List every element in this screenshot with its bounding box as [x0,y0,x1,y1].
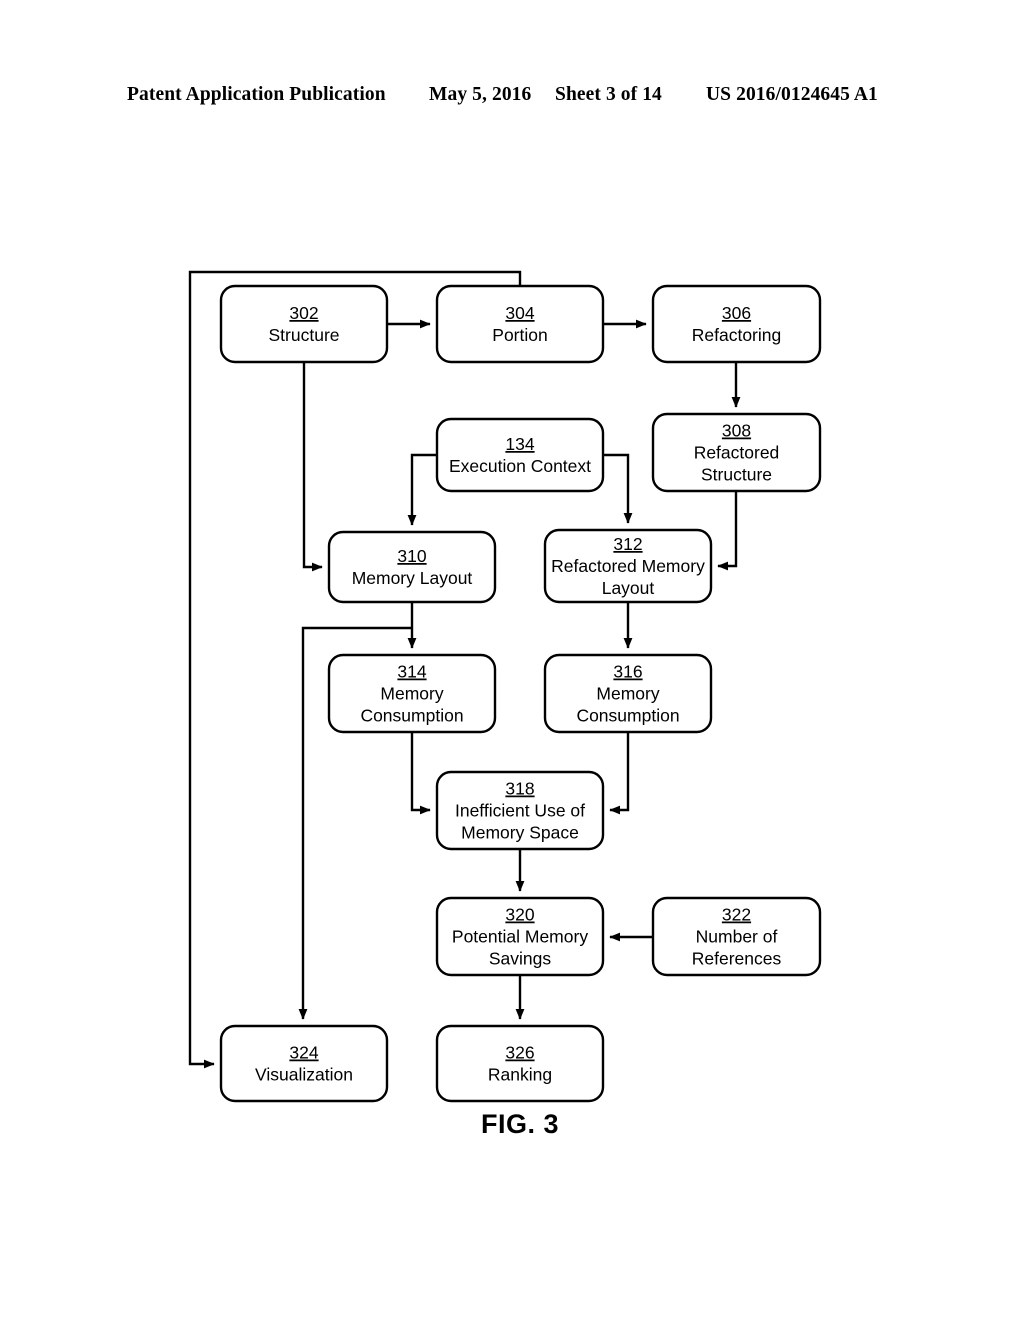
node-label-308: Structure [701,465,772,485]
node-label-314: Consumption [360,706,463,726]
flow-node-314: 314MemoryConsumption [327,653,497,734]
flow-node-312: 312Refactored MemoryLayout [543,528,713,604]
flow-node-308: 308RefactoredStructure [651,412,822,493]
node-label-322: References [692,949,782,969]
flow-node-324: 324Visualization [219,1024,389,1103]
flow-node-322: 322Number ofReferences [651,896,822,977]
node-label-306: Refactoring [692,325,782,345]
flow-node-134: 134Execution Context [435,417,605,493]
node-label-308: Refactored [694,443,780,463]
node-box-304 [435,284,605,364]
node-label-314: Memory [380,684,443,704]
node-reference-numeral-320: 320 [505,905,534,925]
node-reference-numeral-304: 304 [505,303,534,323]
node-reference-numeral-312: 312 [613,534,642,554]
node-box-302 [219,284,389,364]
flow-node-302: 302Structure [219,284,389,364]
node-label-320: Savings [489,949,552,969]
connector-134-to-310 [407,453,437,526]
node-label-316: Memory [596,684,659,704]
node-label-312: Layout [602,578,655,598]
flow-node-304: 304Portion [435,284,605,364]
node-box-306 [651,284,822,364]
node-label-310: Memory Layout [352,568,473,588]
node-box-310 [327,530,497,604]
node-label-316: Consumption [576,706,679,726]
node-label-320: Potential Memory [452,927,588,947]
node-reference-numeral-310: 310 [397,546,426,566]
node-label-134: Execution Context [449,456,591,476]
node-reference-numeral-134: 134 [505,434,534,454]
flow-node-306: 306Refactoring [651,284,822,364]
connector-316-to-318 [609,732,630,815]
flow-node-318: 318Inefficient Use ofMemory Space [435,770,605,851]
node-reference-numeral-314: 314 [397,662,426,682]
node-reference-numeral-318: 318 [505,779,534,799]
node-reference-numeral-306: 306 [722,303,751,323]
flow-node-320: 320Potential MemorySavings [435,896,605,977]
node-reference-numeral-326: 326 [505,1043,534,1063]
flow-node-316: 316MemoryConsumption [543,653,713,734]
node-label-302: Structure [269,325,340,345]
connector-302-to-310 [302,362,323,572]
connector-314-to-318 [410,732,431,815]
figure-caption: FIG. 3 [481,1109,559,1139]
node-reference-numeral-316: 316 [613,662,642,682]
node-label-304: Portion [492,325,547,345]
node-label-312: Refactored Memory [551,556,705,576]
flow-node-310: 310Memory Layout [327,530,497,604]
node-label-318: Inefficient Use of [455,801,585,821]
connector-134-to-312 [603,453,633,524]
node-label-324: Visualization [255,1065,353,1085]
node-label-318: Memory Space [461,823,579,843]
node-box-326 [435,1024,605,1103]
connector-308-to-312 [717,491,738,571]
flow-node-326: 326Ranking [435,1024,605,1103]
flowchart-canvas: 302Structure304Portion306Refactoring134E… [188,270,822,1139]
node-label-326: Ranking [488,1065,552,1085]
node-reference-numeral-322: 322 [722,905,751,925]
node-reference-numeral-302: 302 [289,303,318,323]
node-reference-numeral-308: 308 [722,421,751,441]
node-label-322: Number of [696,927,778,947]
figure-3-diagram: 302 Structure 304 Portion 306 Refactoring 134 E… [0,0,1024,1320]
node-box-324 [219,1024,389,1103]
node-reference-numeral-324: 324 [289,1043,318,1063]
node-box-134 [435,417,605,493]
